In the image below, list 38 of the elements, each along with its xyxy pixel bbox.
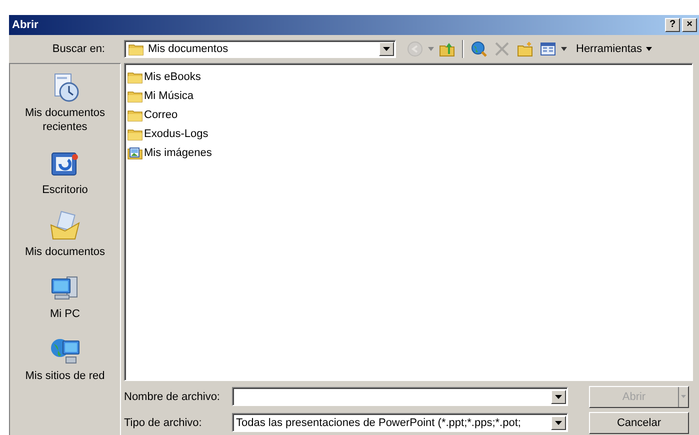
folder-icon <box>127 108 143 122</box>
file-type-dropdown[interactable]: Todas las presentaciones de PowerPoint (*.ppt;*.pps;*.pot; <box>232 413 568 432</box>
file-type-label: Tipo de archivo: <box>124 416 203 428</box>
file-name-label: Nombre de archivo: <box>124 390 221 402</box>
caret-icon <box>646 47 652 51</box>
caret-icon[interactable] <box>561 47 567 51</box>
caret-icon <box>383 47 390 51</box>
look-in-label: Buscar en: <box>52 43 105 55</box>
places-item[interactable]: Mis documentos recientes <box>11 70 119 137</box>
dropdown-button[interactable] <box>379 42 394 56</box>
cancel-button[interactable]: Cancelar <box>589 412 689 434</box>
folder-icon <box>127 88 143 102</box>
caret-icon <box>555 394 562 398</box>
folder-icon <box>127 70 143 84</box>
folder-icon <box>128 42 144 56</box>
file-item[interactable]: Correo <box>144 108 178 120</box>
close-button[interactable]: × <box>682 18 697 32</box>
file-item[interactable]: Mi Música <box>144 90 194 102</box>
caret-icon <box>555 420 562 424</box>
window-title: Abrir <box>12 19 40 31</box>
file-item[interactable]: Mis imágenes <box>144 146 212 158</box>
places-item[interactable]: Mis sitios de red <box>11 333 119 386</box>
dropdown-button[interactable] <box>551 416 566 430</box>
folder-icon <box>127 126 143 140</box>
file-item[interactable]: Exodus-Logs <box>144 128 208 140</box>
places-item[interactable]: Mis documentos <box>11 208 119 262</box>
places-item[interactable]: Mi PC <box>11 271 119 324</box>
search-web-button[interactable] <box>469 39 489 59</box>
tools-menu[interactable]: Herramientas <box>574 41 654 57</box>
look-in-value: Mis documentos <box>148 43 228 55</box>
places-item[interactable]: Escritorio <box>11 146 119 199</box>
help-button[interactable]: ? <box>665 18 680 32</box>
dropdown-button[interactable] <box>551 390 566 404</box>
file-type-value: Todas las presentaciones de PowerPoint (*.ppt;*.pps;*.pot; <box>236 416 521 428</box>
look-in-dropdown[interactable]: Mis documentos <box>124 40 396 58</box>
pictures-folder-icon <box>127 146 143 160</box>
file-name-field[interactable] <box>232 387 568 406</box>
file-item[interactable]: Mis eBooks <box>144 70 201 82</box>
